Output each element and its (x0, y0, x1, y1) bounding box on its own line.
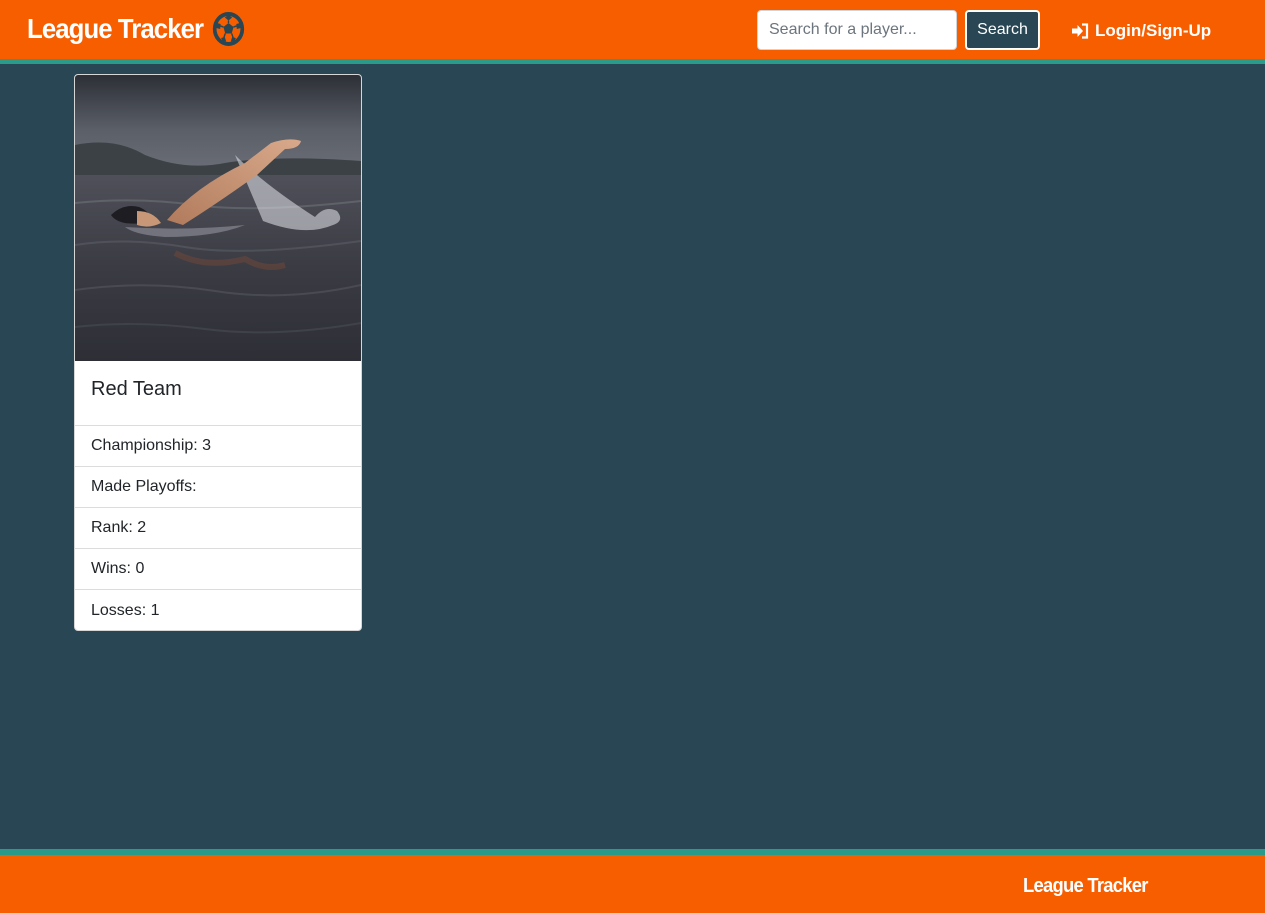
brand-title: League Tracker (27, 13, 204, 44)
player-search-input[interactable] (757, 10, 957, 50)
stat-wins: Wins: 0 (75, 549, 361, 590)
login-label: Login/Sign-Up (1095, 21, 1212, 40)
footer-brand: League Tracker (1023, 875, 1148, 897)
team-name: Red Team (75, 361, 361, 426)
login-signup-link[interactable]: Login/Sign-Up (1071, 19, 1211, 43)
team-stats-list: Championship: 3 Made Playoffs: Rank: 2 W… (75, 426, 361, 630)
brand-link[interactable]: League Tracker (27, 9, 245, 49)
soccer-ball-icon (213, 12, 245, 46)
stat-rank: Rank: 2 (75, 508, 361, 549)
swimmer-photo (75, 75, 361, 361)
stat-losses: Losses: 1 (91, 601, 160, 619)
search-button[interactable]: Search (965, 10, 1040, 50)
stat-made-playoffs: Made Playoffs: (75, 467, 361, 508)
navbar: League Tracker Search Login/Sign-Up (0, 0, 1265, 64)
stat-championship: Championship: 3 (75, 426, 361, 467)
team-card[interactable]: Red Team Championship: 3 Made Playoffs: … (74, 74, 362, 631)
footer: League Tracker (0, 849, 1265, 913)
sign-in-icon (1072, 23, 1089, 39)
